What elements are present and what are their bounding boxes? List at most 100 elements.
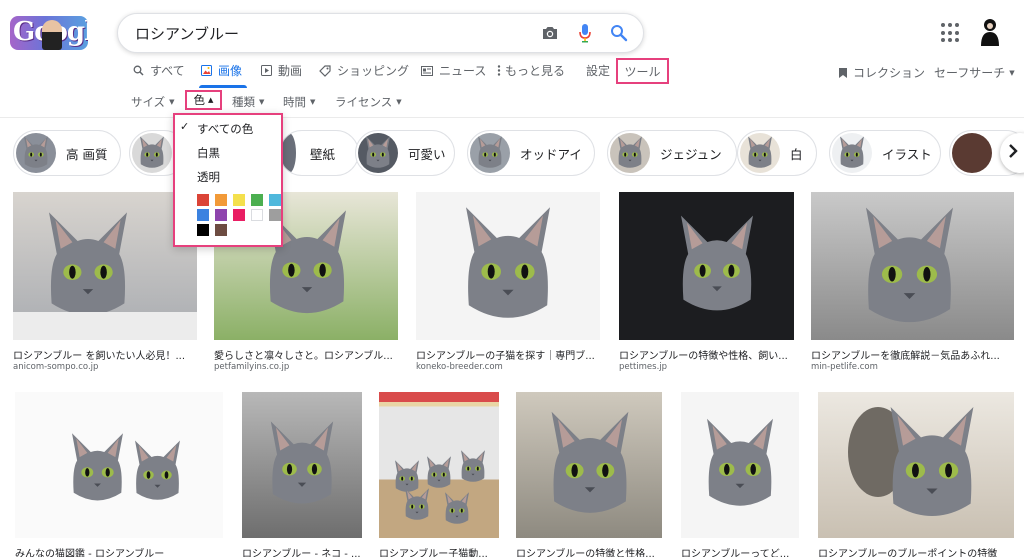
filter-label: サイズ (131, 95, 166, 109)
color-option-transparent[interactable]: 透明 (197, 169, 220, 185)
chip-thumbnail (132, 133, 172, 173)
microphone-icon[interactable] (574, 22, 596, 44)
filter-label: 色 (193, 93, 206, 107)
result-image[interactable] (15, 392, 223, 538)
image-result[interactable]: ロシアンブルー を飼いたい人必見！... anicom-sompo.co.jp (13, 192, 197, 372)
image-result[interactable]: ロシアンブルーの特徴や性格、飼い... pettimes.jp (619, 192, 794, 372)
tab-settings[interactable]: 設定 (586, 62, 610, 79)
result-caption[interactable]: ロシアンブルー を飼いたい人必見！... (13, 347, 197, 362)
result-caption[interactable]: ロシアンブルーを徹底解説－気品あふれ... (811, 347, 1014, 362)
safesearch-label: セーフサーチ (934, 66, 1006, 80)
image-result[interactable]: ロシアンブルーの子猫を探す｜専門ブ... koneko-breeder.com (416, 192, 600, 372)
result-image[interactable] (811, 192, 1014, 340)
color-swatch[interactable] (251, 194, 263, 206)
color-swatch[interactable] (215, 194, 227, 206)
color-swatch[interactable] (215, 209, 227, 221)
color-swatch[interactable] (197, 224, 209, 236)
color-swatch[interactable] (197, 209, 209, 221)
chip-odd-eye[interactable]: オッドアイ (467, 130, 595, 176)
chip-label: 可愛い (408, 146, 446, 162)
chip-white[interactable]: 白 (737, 130, 817, 176)
bookmark-icon (838, 67, 848, 79)
result-domain: koneko-breeder.com (416, 362, 503, 372)
camera-icon[interactable] (539, 22, 561, 44)
result-image[interactable] (242, 392, 362, 538)
search-icon[interactable] (608, 22, 630, 44)
result-image[interactable] (379, 392, 499, 538)
tab-label: もっと見る (505, 64, 566, 78)
result-caption[interactable]: ロシアンブルーのブルーポイントの特徴 (818, 545, 1014, 557)
filter-size[interactable]: サイズ ▼ (131, 94, 175, 110)
chip-thumbnail (358, 133, 398, 173)
google-doodle-logo[interactable]: Google (10, 16, 88, 50)
result-caption[interactable]: ロシアンブルーの特徴や性格、飼い... (619, 347, 794, 362)
collections-link[interactable]: コレクション (838, 64, 925, 81)
result-image[interactable] (619, 192, 794, 340)
chip-thumbnail (16, 133, 56, 173)
tab-videos[interactable]: 動画 (261, 62, 302, 79)
tab-shopping[interactable]: ショッピング (319, 62, 409, 79)
result-domain: petfamilyins.co.jp (214, 362, 290, 372)
tab-label: 設定 (586, 64, 611, 78)
filter-type[interactable]: 種類 ▼ (232, 94, 264, 110)
color-swatch[interactable] (251, 209, 263, 221)
tag-icon (319, 64, 331, 77)
color-swatch[interactable] (197, 194, 209, 206)
image-result[interactable]: みんなの猫図鑑 - ロシアンブルー (15, 392, 223, 557)
result-caption[interactable]: ロシアンブルーの子猫を探す｜専門ブ... (416, 347, 600, 362)
chip-jaejoong[interactable]: ジェジュン (607, 130, 737, 176)
image-icon (201, 65, 212, 76)
result-caption[interactable]: ロシアンブルーってど... (681, 545, 799, 557)
search-input[interactable] (135, 22, 535, 44)
result-caption[interactable]: ロシアンブルー子猫動... (379, 545, 499, 557)
chip-label: ジェジュン (660, 146, 722, 162)
tab-all[interactable]: すべて (133, 62, 185, 79)
chip-label: イラスト (882, 146, 932, 162)
chip-cute[interactable]: 可愛い (355, 130, 455, 176)
result-image[interactable] (13, 192, 197, 340)
result-caption[interactable]: 愛らしさと凛々しさと。ロシアンブル... (214, 347, 398, 362)
chip-label: 壁紙 (310, 146, 336, 162)
color-option-all[interactable]: すべての色 (197, 121, 253, 137)
result-image[interactable] (416, 192, 600, 340)
news-icon (421, 65, 433, 76)
result-image[interactable] (818, 392, 1014, 538)
filter-color[interactable]: 色 ▲ (185, 90, 222, 110)
result-caption[interactable]: ロシアンブルー - ネコ - ... (242, 545, 362, 557)
color-swatch[interactable] (233, 194, 245, 206)
result-image[interactable] (681, 392, 799, 538)
chip-thumbnail (952, 133, 992, 173)
filter-label: ライセンス (335, 95, 393, 109)
tab-more[interactable]: もっと見る (497, 62, 565, 79)
tools-button[interactable]: ツール (616, 58, 669, 84)
image-result[interactable]: ロシアンブルー - ネコ - ... (242, 392, 362, 557)
tab-news[interactable]: ニュース (421, 62, 486, 79)
collections-label: コレクション (853, 66, 926, 80)
result-image[interactable] (516, 392, 662, 538)
color-swatch[interactable] (215, 224, 227, 236)
apps-grid-icon[interactable] (941, 23, 961, 43)
color-swatch-grid (197, 194, 281, 236)
image-result[interactable]: ロシアンブルー子猫動... (379, 392, 499, 557)
color-swatch[interactable] (269, 209, 281, 221)
account-avatar[interactable] (977, 16, 1003, 46)
filter-license[interactable]: ライセンス ▼ (335, 94, 402, 110)
video-icon (261, 65, 272, 76)
result-caption[interactable]: ロシアンブルーの特徴と性格... (516, 545, 662, 557)
image-result[interactable]: ロシアンブルーの特徴と性格... (516, 392, 662, 557)
image-result[interactable]: ロシアンブルーを徹底解説－気品あふれ... min-petlife.com (811, 192, 1014, 372)
color-option-bw[interactable]: 白黒 (197, 145, 220, 161)
color-swatch[interactable] (233, 209, 245, 221)
image-result[interactable]: ロシアンブルーのブルーポイントの特徴 (818, 392, 1014, 557)
search-box[interactable] (117, 13, 644, 53)
caret-down-icon: ▼ (169, 98, 175, 106)
image-result[interactable]: ロシアンブルーってど... (681, 392, 799, 557)
chip-wallpaper[interactable]: 壁紙 (279, 130, 359, 176)
result-caption[interactable]: みんなの猫図鑑 - ロシアンブルー (15, 545, 223, 557)
safesearch-menu[interactable]: セーフサーチ ▼ (934, 64, 1015, 81)
tab-images[interactable]: 画像 (201, 62, 242, 79)
chip-high-quality[interactable]: 高 画質 (13, 130, 121, 176)
filter-time[interactable]: 時間 ▼ (283, 94, 315, 110)
color-swatch[interactable] (269, 194, 281, 206)
chip-illustration[interactable]: イラスト (829, 130, 941, 176)
